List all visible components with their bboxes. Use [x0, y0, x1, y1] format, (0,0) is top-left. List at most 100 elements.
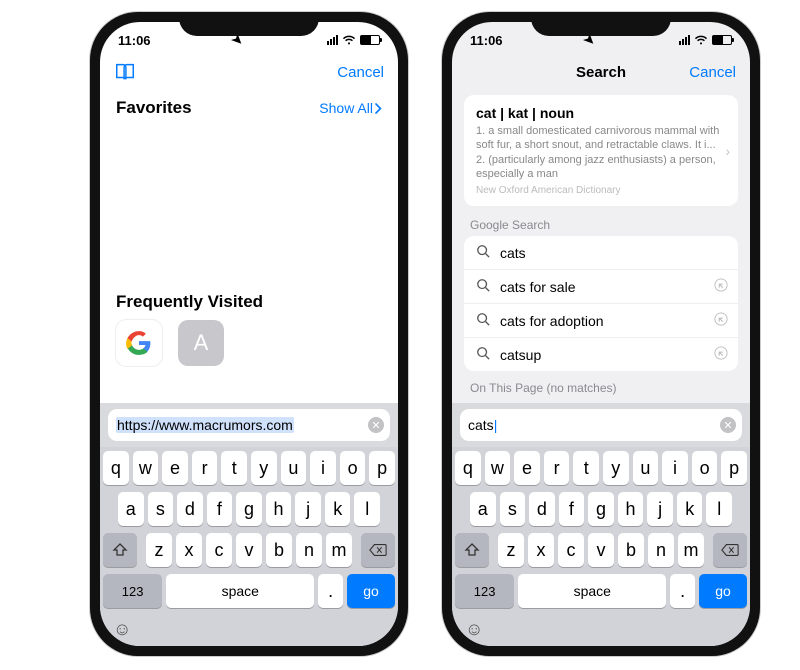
address-field[interactable]: https://www.macrumors.com ✕	[108, 409, 390, 441]
key-b[interactable]: b	[266, 533, 292, 567]
shift-key[interactable]	[103, 533, 137, 567]
dot-key[interactable]: .	[670, 574, 695, 608]
key-k[interactable]: k	[677, 492, 703, 526]
bookmarks-icon[interactable]	[114, 62, 136, 82]
key-row-1: qwertyuiop	[103, 451, 395, 485]
key-c[interactable]: c	[206, 533, 232, 567]
key-f[interactable]: f	[207, 492, 233, 526]
key-q[interactable]: q	[455, 451, 481, 485]
key-a[interactable]: a	[118, 492, 144, 526]
key-z[interactable]: z	[146, 533, 172, 567]
key-j[interactable]: j	[295, 492, 321, 526]
search-field[interactable]: cats| ✕	[460, 409, 742, 441]
chevron-right-icon: ›	[725, 143, 730, 159]
go-key[interactable]: go	[699, 574, 747, 608]
tile-google[interactable]	[116, 320, 162, 366]
key-y[interactable]: y	[603, 451, 629, 485]
key-r[interactable]: r	[544, 451, 570, 485]
key-m[interactable]: m	[326, 533, 352, 567]
key-g[interactable]: g	[236, 492, 262, 526]
key-o[interactable]: o	[692, 451, 718, 485]
key-q[interactable]: q	[103, 451, 129, 485]
signal-icon	[679, 35, 690, 45]
key-o[interactable]: o	[340, 451, 366, 485]
key-u[interactable]: u	[633, 451, 659, 485]
key-z[interactable]: z	[498, 533, 524, 567]
numbers-key[interactable]: 123	[103, 574, 162, 608]
space-key[interactable]: space	[166, 574, 314, 608]
show-all-button[interactable]: Show All	[319, 100, 382, 116]
key-w[interactable]: w	[485, 451, 511, 485]
key-i[interactable]: i	[310, 451, 336, 485]
fill-arrow-icon[interactable]	[714, 278, 728, 295]
key-u[interactable]: u	[281, 451, 307, 485]
suggestion-row[interactable]: catsup	[464, 337, 738, 371]
cancel-button[interactable]: Cancel	[337, 64, 384, 81]
key-f[interactable]: f	[559, 492, 585, 526]
key-row-2: asdfghjkl	[103, 492, 395, 526]
key-v[interactable]: v	[236, 533, 262, 567]
key-p[interactable]: p	[369, 451, 395, 485]
address-bar-container: https://www.macrumors.com ✕	[100, 403, 398, 447]
key-m[interactable]: m	[678, 533, 704, 567]
fill-arrow-icon[interactable]	[714, 346, 728, 363]
backspace-key[interactable]	[361, 533, 395, 567]
clock: 11:06	[118, 33, 151, 48]
clear-icon[interactable]: ✕	[368, 417, 384, 433]
key-x[interactable]: x	[176, 533, 202, 567]
key-d[interactable]: d	[177, 492, 203, 526]
key-v[interactable]: v	[588, 533, 614, 567]
fill-arrow-icon[interactable]	[714, 312, 728, 329]
key-k[interactable]: k	[325, 492, 351, 526]
key-l[interactable]: l	[354, 492, 380, 526]
clear-icon[interactable]: ✕	[720, 417, 736, 433]
key-j[interactable]: j	[647, 492, 673, 526]
key-row-2b: asdfghjkl	[455, 492, 747, 526]
key-w[interactable]: w	[133, 451, 159, 485]
key-x[interactable]: x	[528, 533, 554, 567]
key-i[interactable]: i	[662, 451, 688, 485]
suggestion-row[interactable]: cats for sale	[464, 269, 738, 303]
backspace-key[interactable]	[713, 533, 747, 567]
key-h[interactable]: h	[266, 492, 292, 526]
key-d[interactable]: d	[529, 492, 555, 526]
key-b[interactable]: b	[618, 533, 644, 567]
suggestion-row[interactable]: cats	[464, 236, 738, 269]
emoji-key[interactable]: ☺	[103, 615, 395, 640]
numbers-key[interactable]: 123	[455, 574, 514, 608]
key-g[interactable]: g	[588, 492, 614, 526]
key-l[interactable]: l	[706, 492, 732, 526]
key-y[interactable]: y	[251, 451, 277, 485]
on-this-page-label: On This Page (no matches)	[452, 379, 750, 399]
key-t[interactable]: t	[573, 451, 599, 485]
navbar: Search Cancel	[452, 58, 750, 89]
key-t[interactable]: t	[221, 451, 247, 485]
suggestion-row[interactable]: cats for adoption	[464, 303, 738, 337]
definition-source: New Oxford American Dictionary	[476, 185, 726, 196]
key-a[interactable]: a	[470, 492, 496, 526]
key-e[interactable]: e	[162, 451, 188, 485]
key-s[interactable]: s	[148, 492, 174, 526]
dot-key[interactable]: .	[318, 574, 343, 608]
key-h[interactable]: h	[618, 492, 644, 526]
key-r[interactable]: r	[192, 451, 218, 485]
suggestion-text: cats	[500, 245, 526, 261]
key-s[interactable]: s	[500, 492, 526, 526]
key-n[interactable]: n	[648, 533, 674, 567]
cancel-button[interactable]: Cancel	[689, 64, 736, 81]
key-p[interactable]: p	[721, 451, 747, 485]
suggestion-text: cats for adoption	[500, 313, 604, 329]
tile-placeholder[interactable]: A	[178, 320, 224, 366]
emoji-key[interactable]: ☺	[455, 615, 747, 640]
key-c[interactable]: c	[558, 533, 584, 567]
shift-key[interactable]	[455, 533, 489, 567]
definition-card[interactable]: cat | kat | noun 1. a small domesticated…	[464, 95, 738, 206]
key-e[interactable]: e	[514, 451, 540, 485]
space-key[interactable]: space	[518, 574, 666, 608]
suggestions-list: cats cats for sale cats for adoption catsup	[464, 236, 738, 371]
go-key[interactable]: go	[347, 574, 395, 608]
key-row-3: zxcvbnm	[103, 533, 395, 567]
key-n[interactable]: n	[296, 533, 322, 567]
search-icon	[476, 312, 490, 329]
key-row-3b-letters: zxcvbnm	[493, 533, 709, 567]
